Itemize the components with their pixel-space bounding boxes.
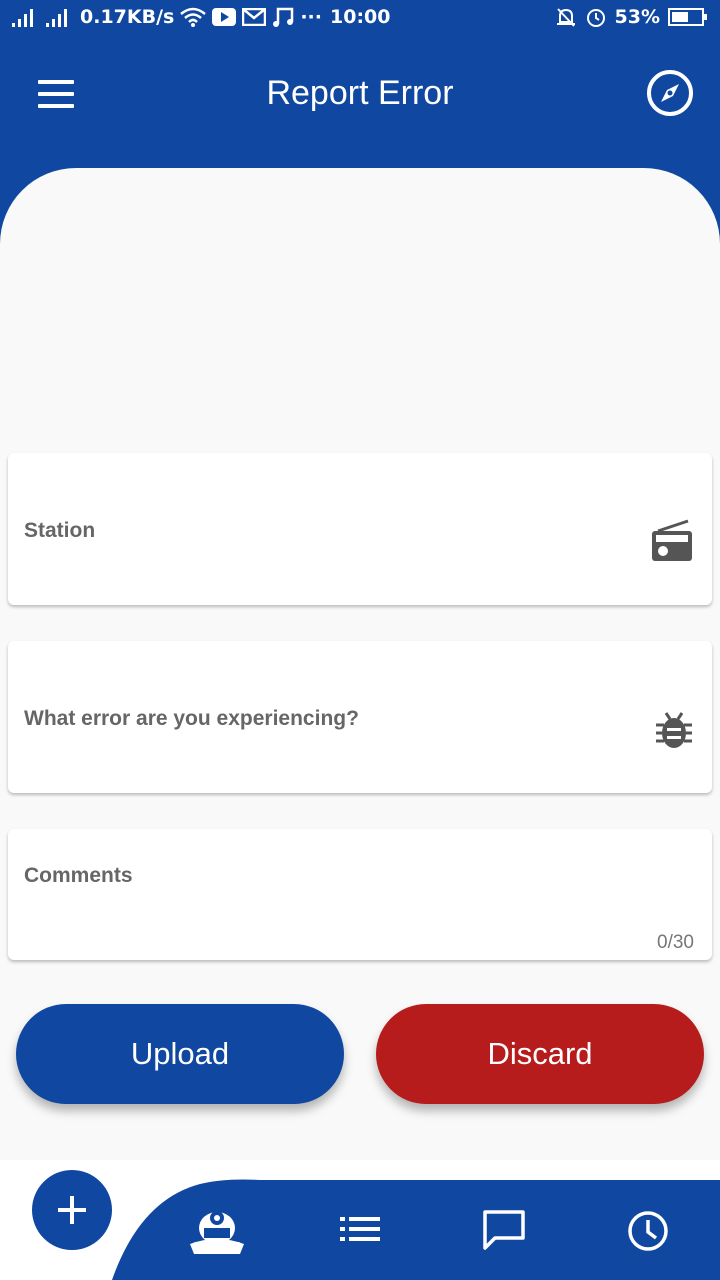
clock-icon[interactable] [627, 1210, 669, 1252]
mascot-icon[interactable] [188, 1204, 246, 1256]
add-icon [58, 1196, 86, 1224]
bell-off-icon [556, 8, 575, 27]
add-button[interactable] [32, 1170, 112, 1250]
battery-percent: 53% [614, 6, 660, 28]
upload-button[interactable]: Upload [16, 1004, 344, 1104]
bug-icon [656, 712, 692, 748]
network-speed: 0.17KB/s [80, 6, 175, 28]
comments-counter: 0/30 [657, 932, 694, 953]
status-bar: 0.17KB/s ··· 10:00 53% [0, 0, 720, 36]
list-icon[interactable] [340, 1216, 380, 1242]
page-title: Report Error [266, 74, 454, 112]
comments-field[interactable]: Comments 0/30 [8, 829, 712, 960]
app-bar: Report Error [0, 36, 720, 152]
signal-icon [12, 9, 33, 27]
clock-time: 10:00 [330, 6, 391, 28]
music-icon [273, 7, 294, 27]
youtube-icon [212, 8, 237, 26]
error-type-field[interactable]: What error are you experiencing? [8, 641, 712, 793]
battery-icon [668, 8, 707, 26]
discard-button[interactable]: Discard [376, 1004, 704, 1104]
chat-icon[interactable] [483, 1210, 525, 1250]
compass-icon[interactable] [646, 69, 694, 117]
alarm-icon [586, 9, 605, 27]
signal-icon-2 [46, 9, 67, 27]
station-field[interactable]: Station [8, 453, 712, 605]
bottom-navigation [0, 1160, 720, 1280]
error-label: What error are you experiencing? [24, 707, 359, 730]
station-label: Station [24, 519, 96, 542]
comments-label: Comments [24, 864, 133, 887]
gmail-icon [242, 8, 267, 26]
more-notifications-icon: ··· [300, 6, 322, 28]
wifi-icon [180, 7, 207, 27]
radio-icon [652, 519, 692, 561]
